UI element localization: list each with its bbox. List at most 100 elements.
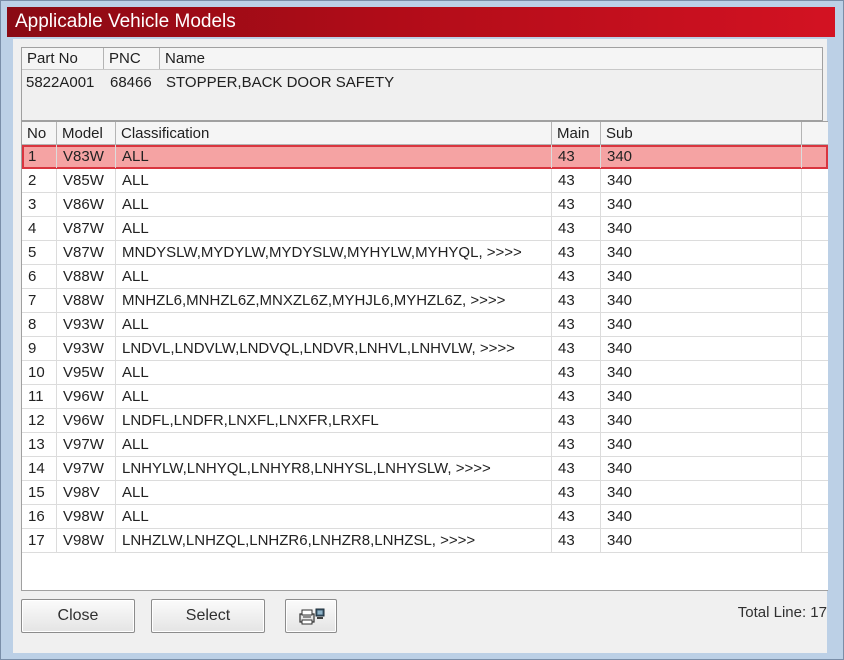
cell-no: 9 <box>22 337 57 360</box>
cell-spacer <box>802 481 828 504</box>
part-info-header: Part No PNC Name <box>22 48 822 70</box>
cell-model: V98W <box>57 505 116 528</box>
cell-main: 43 <box>552 457 601 480</box>
cell-main: 43 <box>552 385 601 408</box>
table-row[interactable]: 12 V96W LNDFL,LNDFR,LNXFL,LNXFR,LRXFL 43 340 <box>22 409 828 433</box>
close-button[interactable]: Close <box>21 599 135 633</box>
cell-spacer <box>802 265 828 288</box>
cell-no: 16 <box>22 505 57 528</box>
cell-sub: 340 <box>601 169 802 192</box>
table-row[interactable]: 4 V87W ALL 43 340 <box>22 217 828 241</box>
cell-no: 14 <box>22 457 57 480</box>
cell-sub: 340 <box>601 241 802 264</box>
cell-model: V97W <box>57 457 116 480</box>
cell-main: 43 <box>552 529 601 552</box>
printer-icon <box>299 608 325 625</box>
cell-classification: MNHZL6,MNHZL6Z,MNXZL6Z,MYHJL6,MYHZL6Z, >… <box>116 289 552 312</box>
cell-model: V87W <box>57 241 116 264</box>
select-button[interactable]: Select <box>151 599 265 633</box>
cell-no: 15 <box>22 481 57 504</box>
cell-model: V88W <box>57 289 116 312</box>
cell-classification: LNHYLW,LNHYQL,LNHYR8,LNHYSL,LNHYSLW, >>>… <box>116 457 552 480</box>
table-row[interactable]: 5 V87W MNDYSLW,MYDYLW,MYDYSLW,MYHYLW,MYHYQ… <box>22 241 828 265</box>
cell-main: 43 <box>552 505 601 528</box>
cell-no: 17 <box>22 529 57 552</box>
cell-model: V87W <box>57 217 116 240</box>
cell-main: 43 <box>552 313 601 336</box>
cell-main: 43 <box>552 337 601 360</box>
cell-sub: 340 <box>601 193 802 216</box>
table-row[interactable]: 16 V98W ALL 43 340 <box>22 505 828 529</box>
total-line-label: Total Line: 17 <box>737 604 827 621</box>
cell-no: 3 <box>22 193 57 216</box>
cell-no: 4 <box>22 217 57 240</box>
title-bar[interactable]: Applicable Vehicle Models <box>7 7 835 37</box>
cell-sub: 340 <box>601 361 802 384</box>
table-row[interactable]: 11 V96W ALL 43 340 <box>22 385 828 409</box>
cell-classification: ALL <box>116 145 552 168</box>
cell-sub: 340 <box>601 457 802 480</box>
cell-sub: 340 <box>601 481 802 504</box>
table-row[interactable]: 8 V93W ALL 43 340 <box>22 313 828 337</box>
cell-sub: 340 <box>601 289 802 312</box>
table-row[interactable]: 15 V98V ALL 43 340 <box>22 481 828 505</box>
cell-model: V88W <box>57 265 116 288</box>
cell-classification: ALL <box>116 313 552 336</box>
column-header-sub[interactable]: Sub <box>601 122 802 144</box>
table-body: 1 V83W ALL 43 340 2 V85W ALL 43 340 3 V86W ALL 43 340 4… <box>22 145 828 553</box>
cell-spacer <box>802 241 828 264</box>
cell-model: V93W <box>57 337 116 360</box>
cell-classification: ALL <box>116 265 552 288</box>
table-row[interactable]: 14 V97W LNHYLW,LNHYQL,LNHYR8,LNHYSL,LNHYSL… <box>22 457 828 481</box>
table-row[interactable]: 2 V85W ALL 43 340 <box>22 169 828 193</box>
cell-spacer <box>802 433 828 456</box>
cell-classification: ALL <box>116 481 552 504</box>
part-info-box: Part No PNC Name 5822A001 68466 STOPPER,… <box>21 47 823 121</box>
cell-sub: 340 <box>601 337 802 360</box>
table-row[interactable]: 13 V97W ALL 43 340 <box>22 433 828 457</box>
column-header-main[interactable]: Main <box>552 122 601 144</box>
table-row[interactable]: 3 V86W ALL 43 340 <box>22 193 828 217</box>
cell-model: V96W <box>57 409 116 432</box>
cell-classification: ALL <box>116 361 552 384</box>
cell-main: 43 <box>552 145 601 168</box>
table-row[interactable]: 10 V95W ALL 43 340 <box>22 361 828 385</box>
cell-spacer <box>802 361 828 384</box>
cell-main: 43 <box>552 241 601 264</box>
table-row[interactable]: 7 V88W MNHZL6,MNHZL6Z,MNXZL6Z,MYHJL6,MYHZL… <box>22 289 828 313</box>
cell-main: 43 <box>552 481 601 504</box>
cell-main: 43 <box>552 169 601 192</box>
table-row[interactable]: 9 V93W LNDVL,LNDVLW,LNDVQL,LNDVR,LNHVL,LNH… <box>22 337 828 361</box>
cell-sub: 340 <box>601 505 802 528</box>
cell-sub: 340 <box>601 409 802 432</box>
table-row[interactable]: 6 V88W ALL 43 340 <box>22 265 828 289</box>
cell-classification: ALL <box>116 385 552 408</box>
cell-classification: LNDVL,LNDVLW,LNDVQL,LNDVR,LNHVL,LNHVLW, … <box>116 337 552 360</box>
cell-spacer <box>802 193 828 216</box>
cell-spacer <box>802 289 828 312</box>
pnc-header: PNC <box>104 48 160 69</box>
table-row[interactable]: 1 V83W ALL 43 340 <box>22 145 828 169</box>
cell-spacer <box>802 385 828 408</box>
cell-no: 7 <box>22 289 57 312</box>
cell-no: 8 <box>22 313 57 336</box>
vehicle-models-table: No Model Classification Main Sub 1 V83W AL… <box>21 121 828 591</box>
table-header: No Model Classification Main Sub <box>22 122 828 145</box>
cell-no: 11 <box>22 385 57 408</box>
column-header-classification[interactable]: Classification <box>116 122 552 144</box>
column-header-model[interactable]: Model <box>57 122 116 144</box>
cell-no: 10 <box>22 361 57 384</box>
cell-classification: ALL <box>116 193 552 216</box>
cell-main: 43 <box>552 409 601 432</box>
cell-model: V96W <box>57 385 116 408</box>
cell-model: V93W <box>57 313 116 336</box>
applicable-models-dialog: Applicable Vehicle Models Part No PNC Na… <box>0 0 844 660</box>
column-header-no[interactable]: No <box>22 122 57 144</box>
cell-no: 5 <box>22 241 57 264</box>
print-button[interactable] <box>285 599 337 633</box>
cell-no: 13 <box>22 433 57 456</box>
cell-no: 2 <box>22 169 57 192</box>
table-row[interactable]: 17 V98W LNHZLW,LNHZQL,LNHZR6,LNHZR8,LNHZSL… <box>22 529 828 553</box>
cell-spacer <box>802 313 828 336</box>
cell-model: V97W <box>57 433 116 456</box>
